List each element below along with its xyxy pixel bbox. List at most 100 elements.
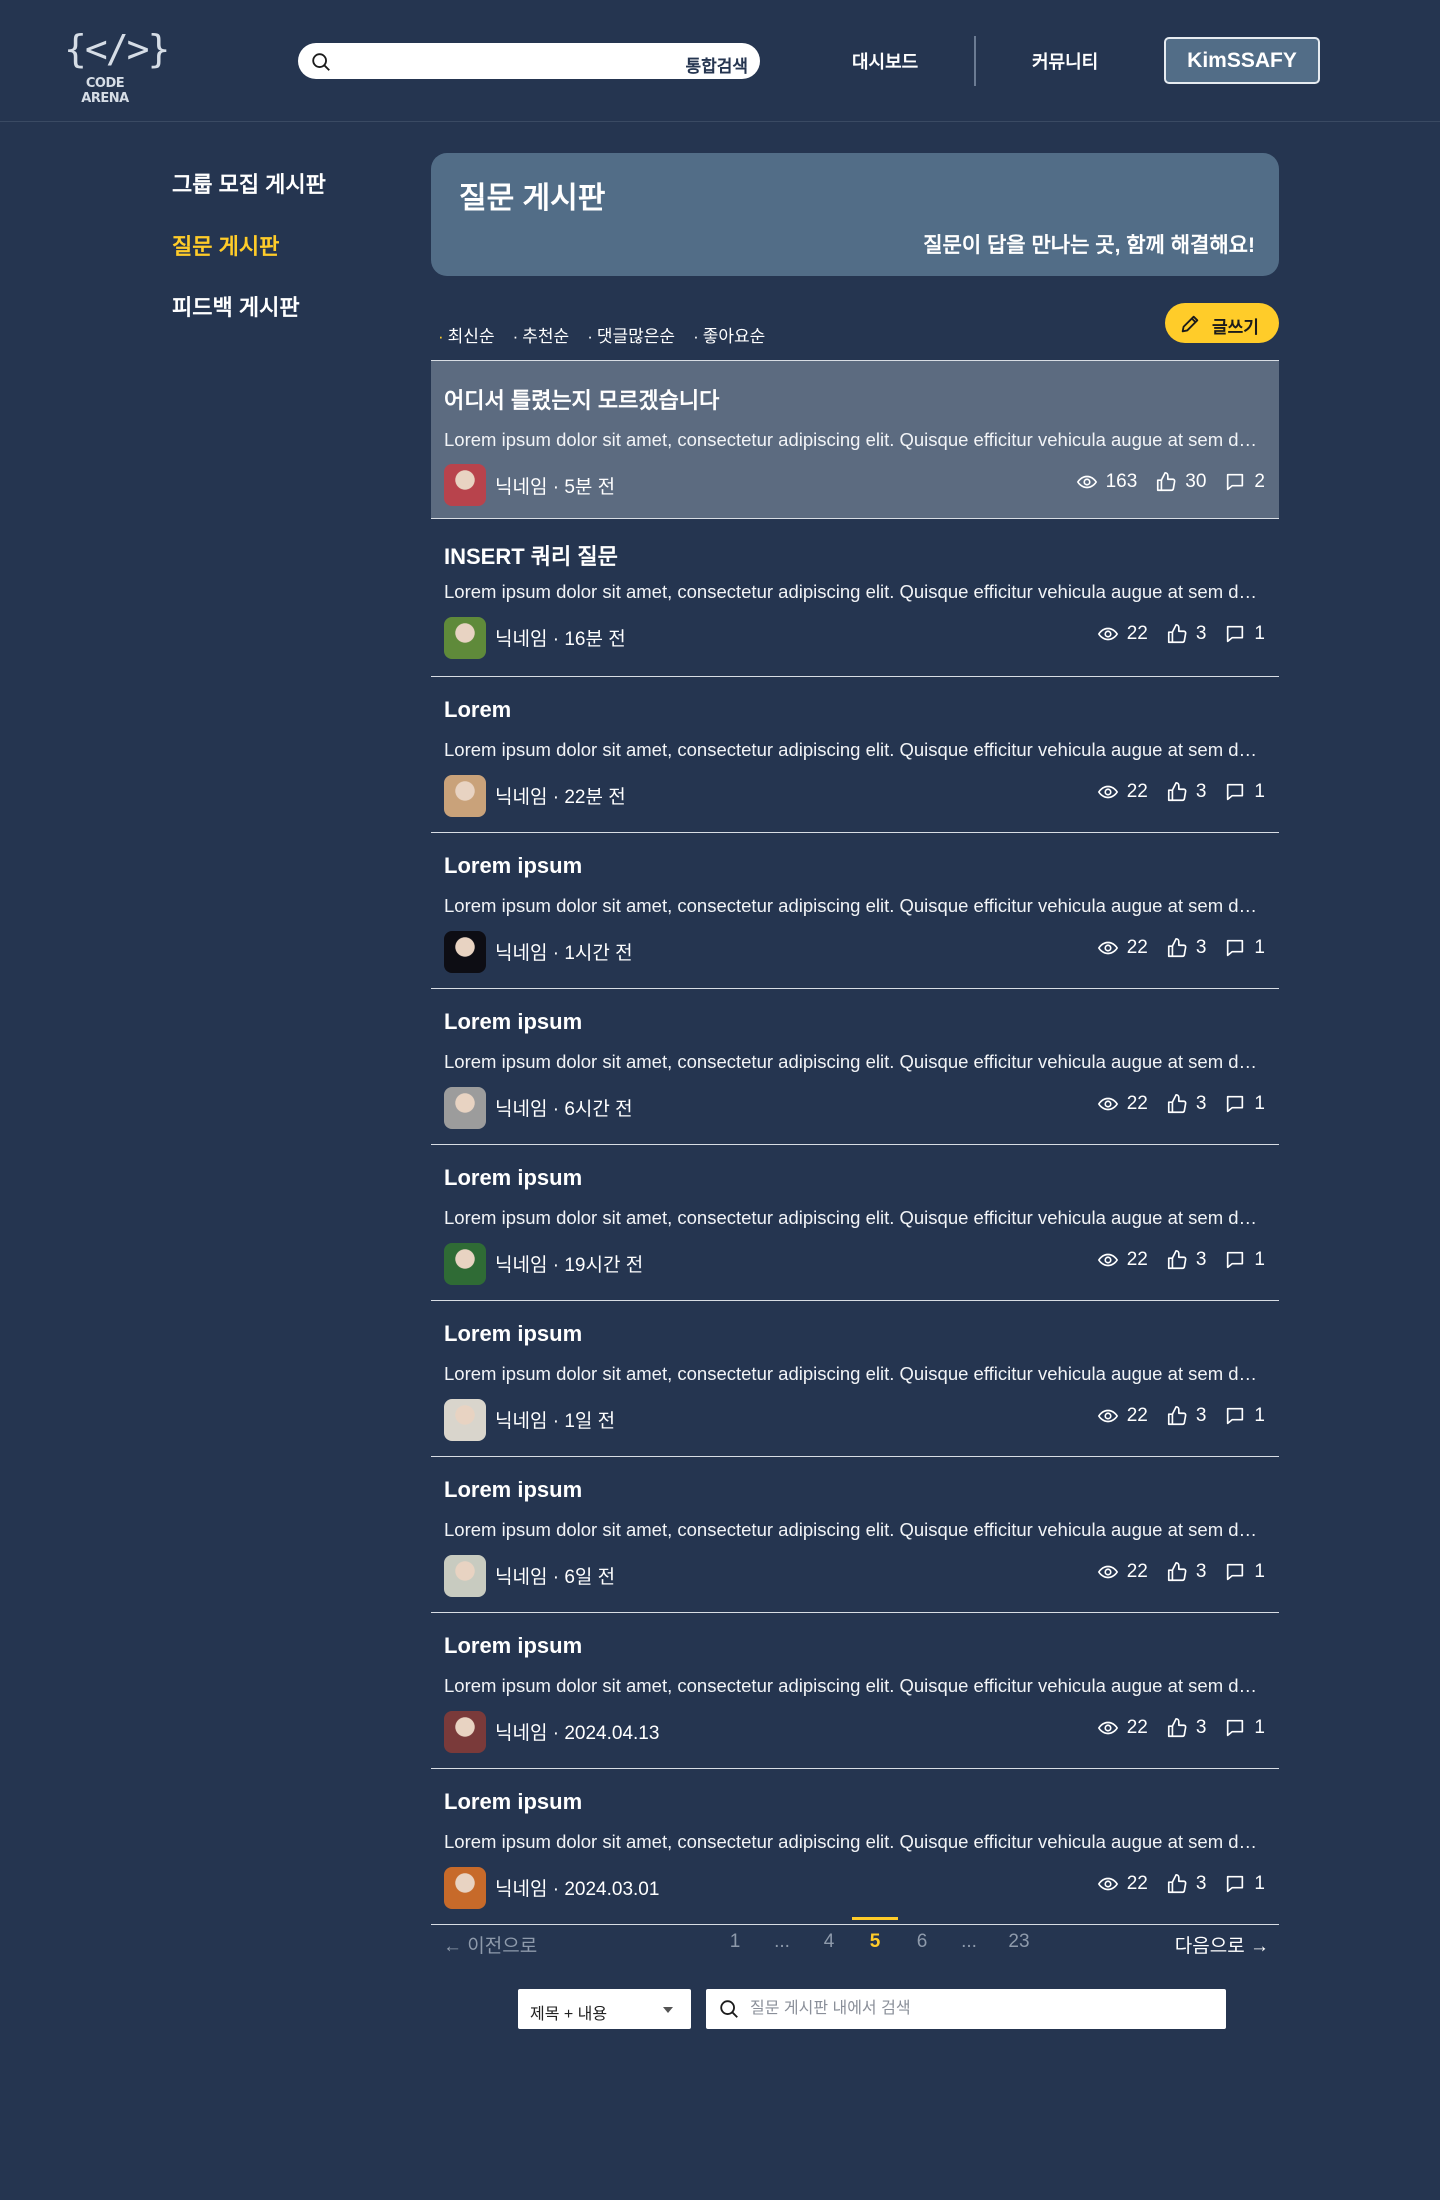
board-subtitle: 질문이 답을 만나는 곳, 함께 해결해요! — [923, 234, 1255, 257]
like-count: 30 — [1155, 471, 1206, 493]
post-excerpt: Lorem ipsum dolor sit amet, consectetur … — [444, 1363, 1266, 1384]
thumbs-up-icon — [1167, 1406, 1187, 1426]
search-icon — [312, 53, 330, 71]
search-scope-select[interactable]: 제목 + 내용 — [518, 1989, 691, 2029]
post-title[interactable]: Lorem ipsum — [444, 1789, 582, 1815]
sort-tab-most-likes[interactable]: · 좋아요순 — [693, 322, 765, 346]
view-count: 163 — [1076, 471, 1137, 493]
code-brackets-icon: {</>} — [64, 27, 170, 71]
comment-icon — [1227, 939, 1244, 957]
comment-icon — [1227, 1719, 1244, 1737]
sort-tab-most-comments[interactable]: · 댓글많은순 — [587, 322, 675, 346]
view-count: 22 — [1097, 1873, 1148, 1895]
post-excerpt: Lorem ipsum dolor sit amet, consectetur … — [444, 1051, 1266, 1072]
post-excerpt: Lorem ipsum dolor sit amet, consectetur … — [444, 1207, 1266, 1228]
comment-icon — [1227, 1251, 1244, 1269]
logo-text: CODE ARENA — [81, 76, 129, 106]
board-search-bar — [706, 1989, 1226, 2029]
pagination-page[interactable]: 23 — [1001, 1931, 1037, 1953]
sidebar-item-group-recruit[interactable]: 그룹 모집 게시판 — [172, 167, 326, 199]
sidebar-item-question-board[interactable]: 질문 게시판 — [172, 229, 279, 261]
sort-tab-recommended[interactable]: · 추천순 — [513, 322, 570, 346]
avatar — [444, 1243, 486, 1285]
eye-icon — [1097, 785, 1118, 799]
board-search-input[interactable] — [750, 1995, 1210, 2023]
sort-tab-latest[interactable]: · 최신순 — [438, 322, 495, 346]
post-title[interactable]: Lorem — [444, 697, 511, 723]
post-excerpt: Lorem ipsum dolor sit amet, consectetur … — [444, 1519, 1266, 1540]
pagination-ellipsis: ... — [961, 1931, 977, 1952]
thumbs-up-icon — [1167, 938, 1187, 958]
post-row[interactable]: Lorem Lorem ipsum dolor sit amet, consect… — [431, 677, 1279, 833]
logo[interactable]: {</>} CODE ARENA — [64, 24, 170, 106]
post-row[interactable]: Lorem ipsum Lorem ipsum dolor sit amet, c… — [431, 1301, 1279, 1457]
post-author-time: 닉네임 · 2024.03.01 — [495, 1879, 660, 1900]
post-title[interactable]: Lorem ipsum — [444, 1165, 582, 1191]
post-title[interactable]: Lorem ipsum — [444, 1477, 582, 1503]
eye-icon — [1097, 1721, 1118, 1735]
global-search-bar[interactable]: 통합검색 — [298, 43, 760, 79]
nav-divider — [974, 36, 976, 86]
thumbs-up-icon — [1167, 1250, 1187, 1270]
comment-icon — [1227, 1095, 1244, 1113]
pagination-next-button[interactable]: 다음으로 → — [1175, 1931, 1269, 1958]
post-row[interactable]: Lorem ipsum Lorem ipsum dolor sit amet, c… — [431, 1613, 1279, 1769]
comment-count: 1 — [1224, 623, 1265, 645]
pagination-page[interactable]: 4 — [814, 1931, 844, 1953]
like-count: 3 — [1166, 623, 1206, 645]
pagination-page-current[interactable]: 5 — [860, 1931, 890, 1953]
view-count: 22 — [1097, 1405, 1148, 1427]
post-row[interactable]: Lorem ipsum Lorem ipsum dolor sit amet, c… — [431, 989, 1279, 1145]
post-excerpt: Lorem ipsum dolor sit amet, consectetur … — [444, 1831, 1266, 1852]
post-title[interactable]: Lorem ipsum — [444, 1321, 582, 1347]
thumbs-up-icon — [1167, 782, 1187, 802]
thumbs-up-icon — [1167, 1874, 1187, 1894]
eye-icon — [1097, 1565, 1118, 1579]
eye-icon — [1076, 475, 1097, 489]
thumbs-up-icon — [1157, 472, 1176, 492]
post-author-time: 닉네임 · 16분 전 — [495, 629, 626, 650]
global-search-label[interactable]: 통합검색 — [685, 52, 748, 77]
thumbs-up-icon — [1167, 1562, 1187, 1582]
post-title[interactable]: 어디서 틀렸는지 모르겠습니다 — [444, 383, 719, 415]
sidebar-item-feedback-board[interactable]: 피드백 게시판 — [172, 290, 300, 322]
post-title[interactable]: Lorem ipsum — [444, 853, 582, 879]
board-banner: 질문 게시판 질문이 답을 만나는 곳, 함께 해결해요! — [431, 153, 1279, 276]
post-row[interactable]: Lorem ipsum Lorem ipsum dolor sit amet, c… — [431, 1457, 1279, 1613]
eye-icon — [1097, 941, 1118, 955]
thumbs-up-icon — [1167, 624, 1187, 644]
user-profile-button[interactable]: KimSSAFY — [1164, 37, 1320, 84]
post-row[interactable]: 어디서 틀렸는지 모르겠습니다 Lorem ipsum dolor sit ame… — [431, 361, 1279, 519]
post-title[interactable]: Lorem ipsum — [444, 1009, 582, 1035]
post-row[interactable]: Lorem ipsum Lorem ipsum dolor sit amet, c… — [431, 1769, 1279, 1925]
post-stats: 22 3 1 — [1079, 1405, 1265, 1427]
post-stats: 22 3 1 — [1079, 623, 1265, 645]
comment-count: 1 — [1224, 937, 1265, 959]
post-row[interactable]: Lorem ipsum Lorem ipsum dolor sit amet, c… — [431, 833, 1279, 989]
like-count: 3 — [1166, 1249, 1206, 1271]
eye-icon — [1097, 627, 1118, 641]
pagination-prev-button[interactable]: ← 이전으로 — [443, 1931, 537, 1958]
post-author-time: 닉네임 · 6일 전 — [495, 1567, 616, 1588]
pagination-page[interactable]: 6 — [907, 1931, 937, 1953]
post-row[interactable]: Lorem ipsum Lorem ipsum dolor sit amet, c… — [431, 1145, 1279, 1301]
sort-tabs: · 최신순 · 추천순 · 댓글많은순 · 좋아요순 — [438, 322, 765, 346]
post-row[interactable]: INSERT 쿼리 질문 Lorem ipsum dolor sit amet, … — [431, 519, 1279, 677]
post-author-time: 닉네임 · 1일 전 — [495, 1411, 616, 1432]
avatar — [444, 931, 486, 973]
comment-count: 1 — [1224, 1405, 1265, 1427]
post-excerpt: Lorem ipsum dolor sit amet, consectetur … — [444, 429, 1266, 450]
search-icon — [720, 2000, 738, 2018]
nav-dashboard[interactable]: 대시보드 — [852, 48, 918, 74]
like-count: 3 — [1166, 937, 1206, 959]
post-title[interactable]: Lorem ipsum — [444, 1633, 582, 1659]
nav-community[interactable]: 커뮤니티 — [1032, 48, 1098, 74]
post-title[interactable]: INSERT 쿼리 질문 — [444, 539, 618, 571]
like-count: 3 — [1166, 781, 1206, 803]
write-post-button[interactable]: 글쓰기 — [1165, 303, 1279, 343]
comment-count: 1 — [1224, 1249, 1265, 1271]
post-excerpt: Lorem ipsum dolor sit amet, consectetur … — [444, 895, 1266, 916]
like-count: 3 — [1166, 1717, 1206, 1739]
pagination-page[interactable]: 1 — [720, 1931, 750, 1953]
comment-count: 1 — [1224, 1561, 1265, 1583]
